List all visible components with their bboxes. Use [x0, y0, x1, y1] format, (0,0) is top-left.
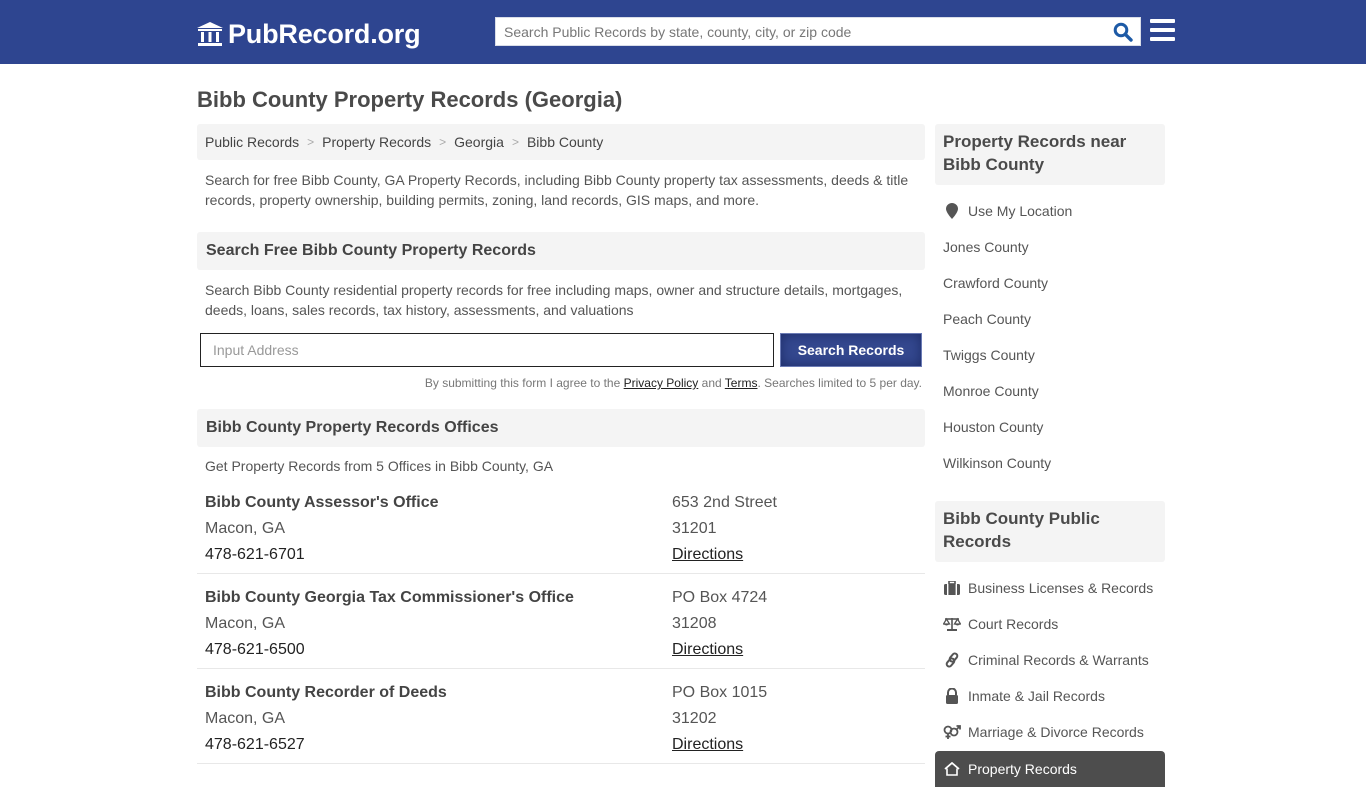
form-disclaimer: By submitting this form I agree to the P…: [197, 376, 925, 390]
nearby-county-link[interactable]: Wilkinson County: [935, 445, 1165, 481]
menu-bar: [1150, 28, 1175, 32]
office-city: Macon, GA: [205, 520, 286, 537]
sidebar-item-business-licenses[interactable]: Business Licenses & Records: [935, 570, 1165, 606]
sidebar-item-property-records[interactable]: Property Records: [935, 751, 1165, 787]
nearby-county-link[interactable]: Peach County: [935, 301, 1165, 337]
directions-link[interactable]: Directions: [672, 641, 743, 658]
search-icon: [1113, 22, 1133, 42]
nearby-county-link[interactable]: Twiggs County: [935, 337, 1165, 373]
page-title: Bibb County Property Records (Georgia): [197, 87, 623, 112]
address-search-form: Search Records: [197, 333, 925, 367]
courthouse-icon: [197, 22, 223, 46]
sidebar-item-label: Criminal Records & Warrants: [968, 652, 1149, 668]
privacy-policy-link[interactable]: Privacy Policy: [624, 376, 699, 390]
breadcrumb-separator: >: [307, 135, 315, 149]
site-search: [495, 17, 1141, 46]
search-section-heading: Search Free Bibb County Property Records: [197, 232, 925, 270]
nearby-county-link[interactable]: Monroe County: [935, 373, 1165, 409]
gender-icon: [943, 724, 961, 740]
sidebar-item-court-records[interactable]: Court Records: [935, 606, 1165, 642]
offices-section-heading: Bibb County Property Records Offices: [197, 409, 925, 447]
site-logo[interactable]: PubRecord.org: [196, 18, 421, 50]
breadcrumb-public-records[interactable]: Public Records: [205, 134, 299, 150]
office-zip: 31208: [672, 615, 717, 632]
breadcrumb-separator: >: [439, 135, 447, 149]
logo-text: PubRecord.org: [228, 18, 421, 49]
use-my-location-link[interactable]: Use My Location: [935, 193, 1165, 229]
office-item: Bibb County Recorder of Deeds Macon, GA …: [197, 669, 925, 764]
sidebar-item-label: Marriage & Divorce Records: [968, 724, 1144, 740]
offices-count-text: Get Property Records from 5 Offices in B…: [205, 458, 554, 474]
disclaimer-text: By submitting this form I agree to the: [424, 376, 624, 390]
office-phone[interactable]: 478-621-6527: [205, 732, 672, 758]
sidebar-item-marriage-records[interactable]: Marriage & Divorce Records: [935, 714, 1165, 750]
nearby-county-link[interactable]: Crawford County: [935, 265, 1165, 301]
hamburger-menu-button[interactable]: [1150, 19, 1175, 42]
link-icon: [943, 652, 961, 668]
office-zip: 31202: [672, 710, 717, 727]
use-my-location-label: Use My Location: [968, 203, 1073, 219]
office-name: Bibb County Georgia Tax Commissioner's O…: [205, 589, 574, 606]
map-marker-icon: [943, 203, 961, 219]
intro-text: Search for free Bibb County, GA Property…: [205, 172, 909, 208]
sidebar-item-label: Court Records: [968, 616, 1059, 632]
public-records-list: Business Licenses & Records Court Record…: [935, 562, 1165, 787]
home-icon: [943, 761, 961, 777]
sidebar: Property Records near Bibb County Use My…: [935, 124, 1165, 787]
office-city: Macon, GA: [205, 615, 286, 632]
office-name: Bibb County Recorder of Deeds: [205, 684, 447, 701]
top-navbar: PubRecord.org: [0, 0, 1366, 64]
sidebar-item-criminal-records[interactable]: Criminal Records & Warrants: [935, 642, 1165, 678]
office-address: 653 2nd Street: [672, 494, 777, 511]
sidebar-item-inmate-records[interactable]: Inmate & Jail Records: [935, 678, 1165, 714]
breadcrumb-bibb-county[interactable]: Bibb County: [527, 134, 603, 150]
public-records-heading: Bibb County Public Records: [935, 501, 1165, 562]
search-section-description: Search Bibb County residential property …: [205, 282, 903, 318]
sidebar-item-label: Business Licenses & Records: [968, 580, 1154, 596]
breadcrumb: Public Records > Property Records > Geor…: [197, 124, 925, 160]
breadcrumb-property-records[interactable]: Property Records: [322, 134, 431, 150]
directions-link[interactable]: Directions: [672, 546, 743, 563]
breadcrumb-georgia[interactable]: Georgia: [454, 134, 504, 150]
disclaimer-text: and: [698, 376, 725, 390]
nearby-county-link[interactable]: Houston County: [935, 409, 1165, 445]
terms-link[interactable]: Terms: [725, 376, 758, 390]
address-input[interactable]: [200, 333, 774, 367]
menu-bar: [1150, 37, 1175, 41]
office-zip: 31201: [672, 520, 717, 537]
disclaimer-text: . Searches limited to 5 per day.: [757, 376, 922, 390]
sidebar-item-label: Property Records: [968, 761, 1077, 777]
main-content: Public Records > Property Records > Geor…: [197, 124, 925, 764]
office-item: Bibb County Assessor's Office Macon, GA …: [197, 490, 925, 574]
sidebar-item-label: Inmate & Jail Records: [968, 688, 1105, 704]
office-phone[interactable]: 478-621-6500: [205, 637, 672, 663]
search-button[interactable]: [1112, 21, 1134, 43]
menu-bar: [1150, 19, 1175, 23]
scales-icon: [943, 616, 961, 632]
office-address: PO Box 4724: [672, 589, 768, 606]
lock-icon: [943, 688, 961, 704]
office-address: PO Box 1015: [672, 684, 768, 701]
offices-list: Bibb County Assessor's Office Macon, GA …: [197, 490, 925, 764]
breadcrumb-separator: >: [511, 135, 519, 149]
search-records-button[interactable]: Search Records: [780, 333, 922, 367]
site-search-input[interactable]: [496, 18, 1106, 45]
nearby-records-heading: Property Records near Bibb County: [935, 124, 1165, 185]
nearby-counties-list: Use My Location Jones County Crawford Co…: [935, 185, 1165, 481]
nearby-county-link[interactable]: Jones County: [935, 229, 1165, 265]
briefcase-icon: [943, 580, 961, 596]
directions-link[interactable]: Directions: [672, 736, 743, 753]
office-city: Macon, GA: [205, 710, 286, 727]
office-phone[interactable]: 478-621-6701: [205, 542, 672, 568]
office-name: Bibb County Assessor's Office: [205, 494, 439, 511]
office-item: Bibb County Georgia Tax Commissioner's O…: [197, 574, 925, 669]
